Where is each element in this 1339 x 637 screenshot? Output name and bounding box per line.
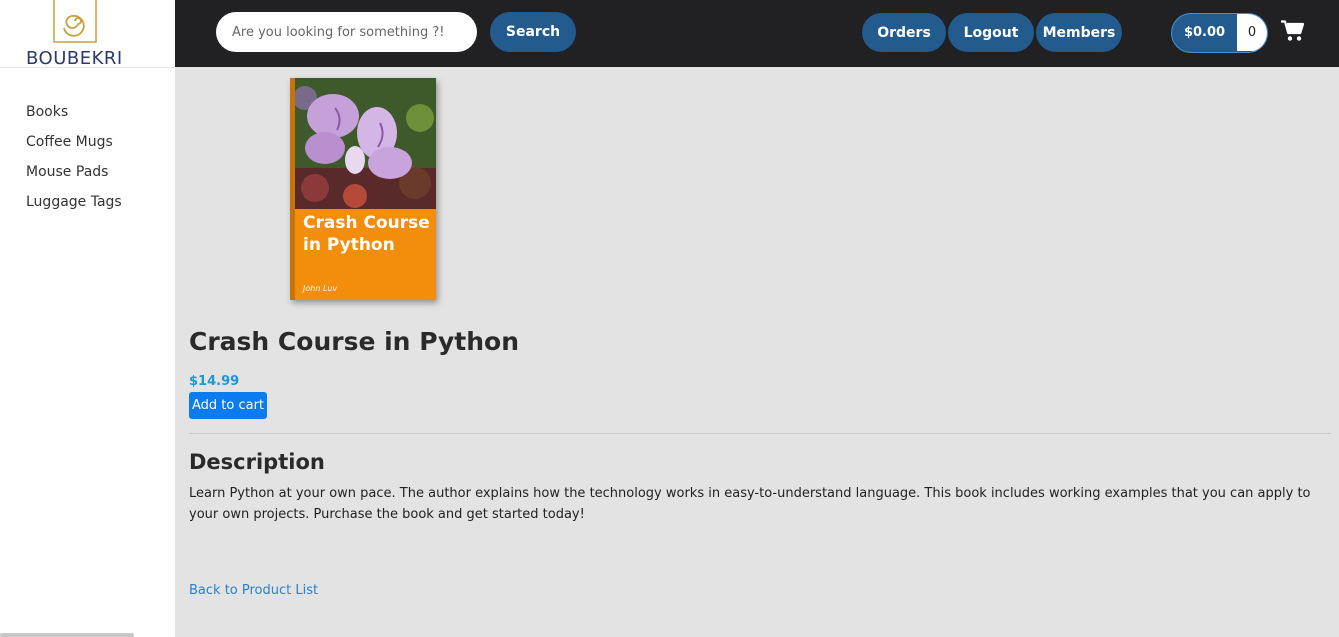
sidebar-item-books[interactable]: Books (26, 104, 122, 134)
sidebar-scrollbar[interactable] (0, 633, 134, 637)
cart-total: $0.00 (1183, 25, 1226, 40)
sidebar-item-coffee-mugs[interactable]: Coffee Mugs (26, 134, 122, 164)
top-bar: Search Orders Logout Members $0.00 0 (175, 0, 1339, 67)
sidebar-item-luggage-tags[interactable]: Luggage Tags (26, 194, 122, 224)
brand-logo[interactable]: BOUBEKRI (0, 0, 175, 69)
book-cover-title: Crash Course in Python (303, 213, 430, 255)
orchid-photo (295, 78, 436, 209)
add-to-cart-button[interactable]: Add to cart (189, 392, 267, 419)
search-input[interactable] (216, 12, 477, 52)
sidebar: BOUBEKRI Books Coffee Mugs Mouse Pads Lu… (0, 0, 175, 637)
book-spine (290, 78, 295, 300)
members-button[interactable]: Members (1036, 13, 1122, 52)
search-button[interactable]: Search (490, 12, 576, 52)
cart-count: 0 (1237, 14, 1267, 51)
spiral-icon (53, 0, 97, 43)
category-nav: Books Coffee Mugs Mouse Pads Luggage Tag… (26, 104, 122, 224)
product-price: $14.99 (189, 374, 240, 389)
orders-button[interactable]: Orders (862, 13, 946, 52)
cart-summary[interactable]: $0.00 0 (1171, 13, 1268, 53)
product-title: Crash Course in Python (189, 327, 519, 356)
sidebar-item-mouse-pads[interactable]: Mouse Pads (26, 164, 122, 194)
product-detail: Crash Course in Python John Luv Crash Co… (175, 67, 1339, 637)
shopping-cart-icon[interactable] (1281, 20, 1305, 42)
book-cover-author: John Luv (303, 284, 338, 293)
brand-name: BOUBEKRI (26, 48, 123, 69)
description-heading: Description (189, 450, 325, 474)
back-to-product-list-link[interactable]: Back to Product List (189, 583, 318, 598)
book-cover-image: Crash Course in Python John Luv (290, 78, 436, 300)
logout-button[interactable]: Logout (948, 13, 1034, 52)
divider (189, 433, 1331, 434)
description-text: Learn Python at your own pace. The autho… (189, 486, 1311, 522)
